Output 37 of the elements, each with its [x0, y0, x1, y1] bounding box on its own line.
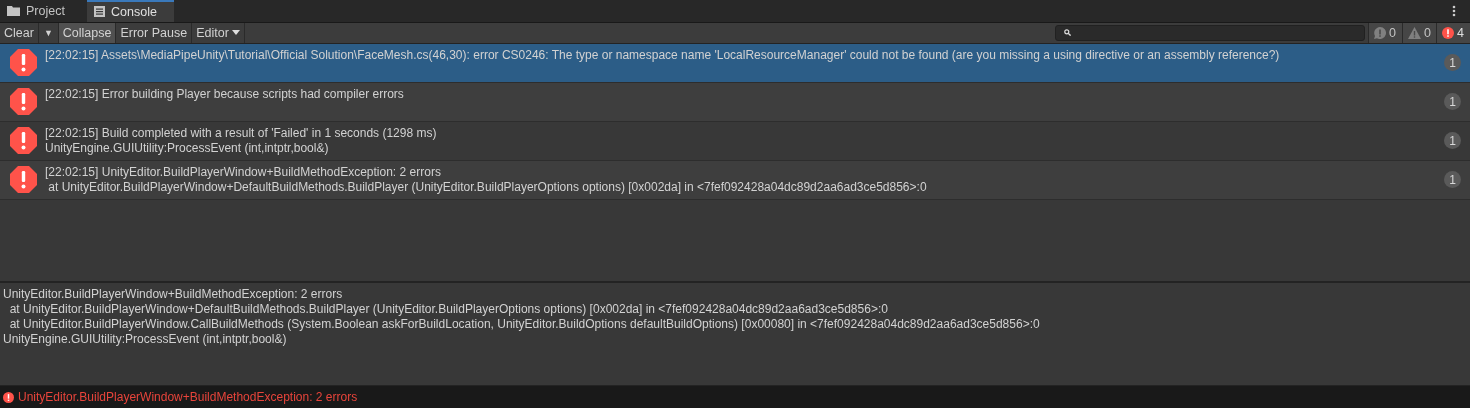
stack-trace-line: at UnityEditor.BuildPlayerWindow+DefaultBuildMethods.BuildPlayer (UnityEditor.BuildPlayerOptions options) [0x002da] in <7fef092428a04dc89d2aa6ad3ce5d856>:0	[8, 301, 889, 317]
log-entry[interactable]	[0, 43, 1470, 83]
count-badge: 1	[1444, 54, 1461, 72]
stack-trace-line: at UnityEditor.BuildPlayerWindow.CallBuildMethods (System.Boolean askForBuildLocation, UnityEditor.BuildOptions defaultBuildOptions) [0x00080] in <7fef092428a04dc89d2aa6ad3ce5d856>:0	[8, 316, 1041, 332]
folder-icon	[7, 5, 20, 17]
stack-trace-line: UnityEngine.GUIUtility:ProcessEvent (int,intptr,bool&)	[3, 331, 288, 347]
caret-icon	[231, 30, 240, 36]
error-icon	[3, 391, 14, 403]
warning-filter-button[interactable]: 0	[1402, 22, 1436, 43]
log-message: [22:02:15] Error building Player because scripts had compiler errors	[45, 86, 405, 102]
log-message: [22:02:15] Assets\MediaPipeUnity\Tutorial\Official Solution\FaceMesh.cs(46,30): error CS0246: The type or namespace name 'LocalResourceManager' could not be found (are you missing a using directive or an assembly reference?)	[45, 47, 1281, 63]
console-icon	[94, 6, 105, 18]
info-icon	[1374, 26, 1386, 39]
warning-icon	[1408, 26, 1421, 39]
panel-tab[interactable]: Console	[87, 0, 174, 22]
error-icon	[10, 166, 37, 194]
stack-trace-line: UnityEditor.BuildPlayerWindow+BuildMethodException: 2 errors	[3, 286, 344, 302]
error-icon	[10, 127, 37, 155]
more-menu-icon[interactable]	[1452, 4, 1456, 17]
search-icon	[1064, 29, 1071, 37]
error-filter-button[interactable]: 4	[1436, 22, 1470, 43]
count-badge: 1	[1444, 132, 1461, 150]
log-entry[interactable]: [22:02:15] Error building Player because scripts had compiler errors 1	[0, 82, 1470, 122]
log-message: [22:02:15] Build completed with a result of 'Failed' in 1 seconds (1298 ms)	[45, 125, 438, 141]
log-message: UnityEngine.GUIUtility:ProcessEvent (int,intptr,bool&)	[45, 140, 330, 156]
log-entry[interactable]	[0, 160, 1470, 200]
search-field[interactable]	[1055, 24, 1365, 41]
log-message: at UnityEditor.BuildPlayerWindow+DefaultBuildMethods.BuildPlayer (UnityEditor.BuildPlayerOptions options) [0x002da] in <7fef092428a04dc89d2aa6ad3ce5d856>:0	[47, 179, 928, 195]
error-icon	[10, 88, 37, 116]
count-badge: 1	[1444, 93, 1461, 111]
count-badge: 1	[1444, 171, 1461, 189]
error-icon	[1442, 26, 1454, 39]
info-filter-button[interactable]: 0	[1368, 22, 1402, 43]
status-message: UnityEditor.BuildPlayerWindow+BuildMethodException: 2 errors	[18, 390, 358, 405]
log-message: [22:02:15] UnityEditor.BuildPlayerWindow+BuildMethodException: 2 errors	[45, 164, 442, 180]
panel-tab[interactable]: Project	[0, 0, 87, 22]
error-icon	[10, 49, 37, 77]
